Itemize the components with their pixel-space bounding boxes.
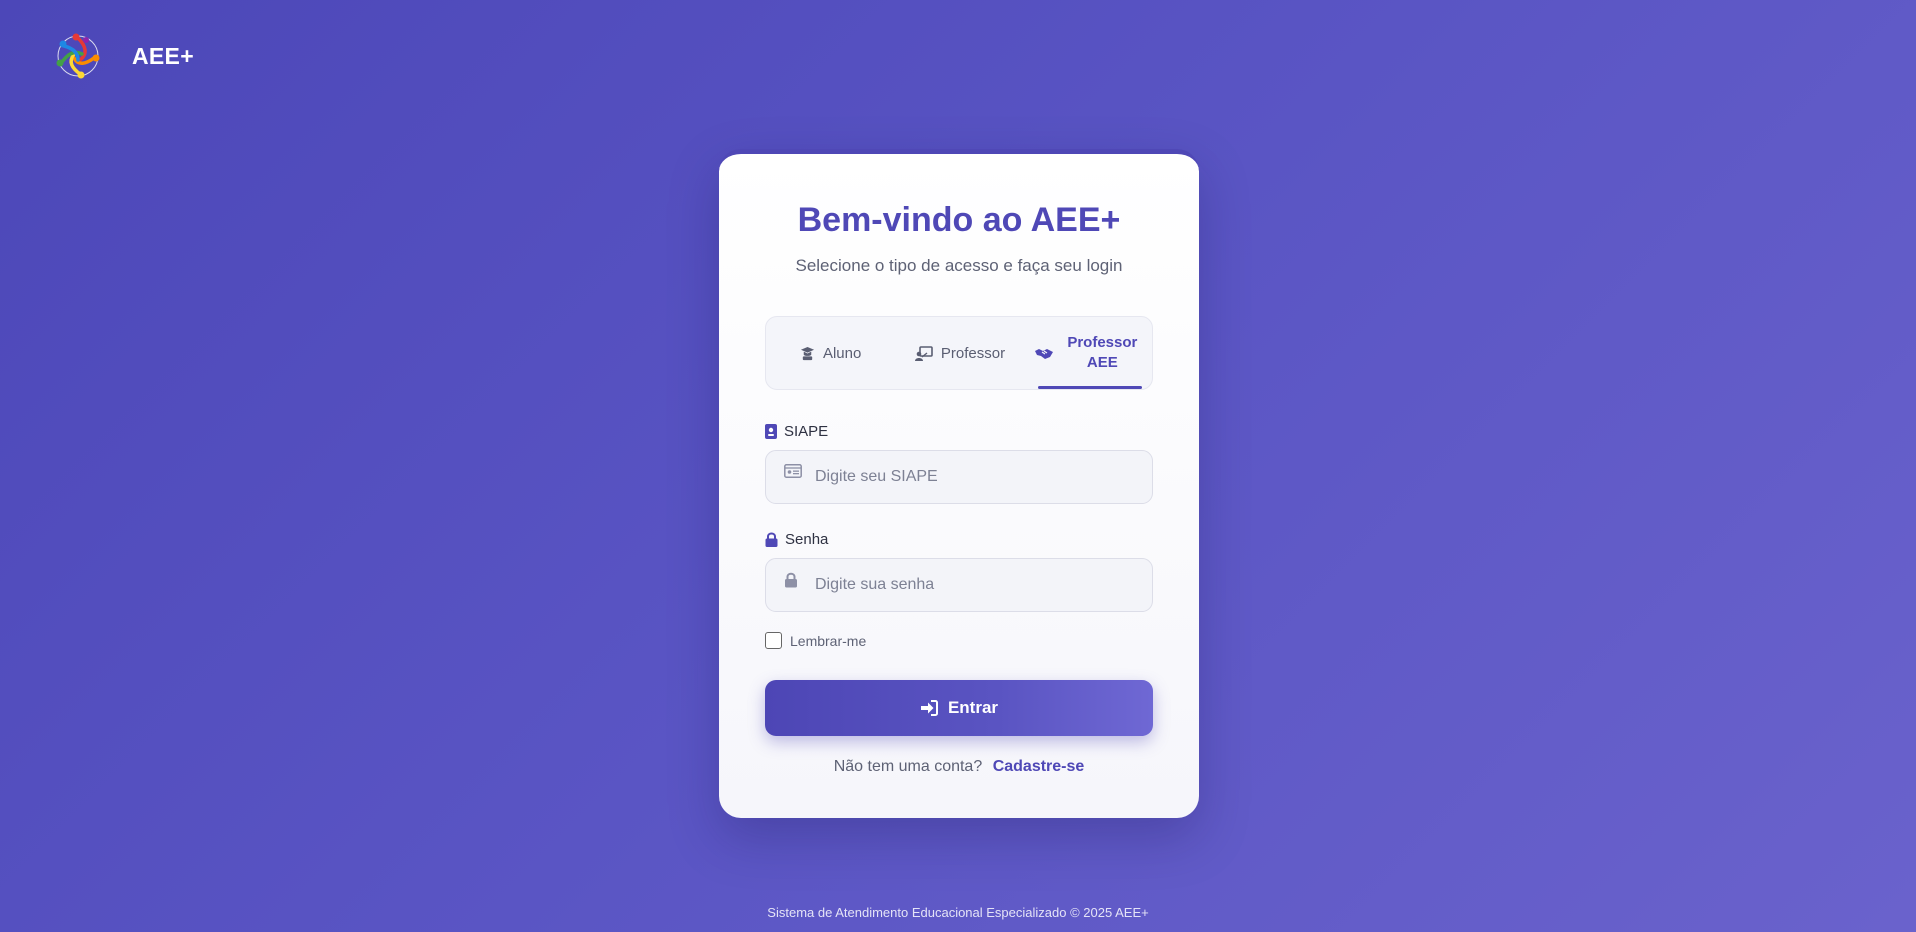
login-button-label: Entrar (947, 698, 999, 717)
senha-label: Senha (765, 531, 828, 548)
remember-me-label[interactable]: Lembrar-me (790, 633, 866, 649)
siape-input[interactable] (766, 451, 1152, 503)
remember-me: Lembrar-me (765, 632, 866, 649)
senha-field (765, 558, 1153, 612)
id-badge-icon (765, 424, 777, 439)
access-type-tabs: Aluno Professor Professor AEE (765, 316, 1153, 390)
siape-label-text: SIAPE (784, 423, 829, 440)
page-subtitle: Selecione o tipo de acesso e faça seu lo… (795, 256, 1123, 275)
chalkboard-teacher-icon (914, 345, 933, 361)
tab-professor-aee[interactable]: Professor AEE (1025, 317, 1152, 389)
aee-logo-icon[interactable] (50, 28, 106, 84)
handshake-icon (1035, 348, 1054, 359)
tab-aluno[interactable]: Aluno (766, 317, 895, 389)
page-title: Bem-vindo ao AEE+ (797, 201, 1121, 239)
header: AEE+ (50, 26, 194, 86)
senha-input[interactable] (766, 559, 1152, 611)
siape-label: SIAPE (765, 423, 828, 440)
tab-aluno-label: Aluno (822, 344, 862, 362)
remember-me-checkbox[interactable] (765, 632, 782, 649)
tab-professor-label: Professor (940, 344, 1006, 362)
signup-link[interactable]: Cadastre-se (993, 758, 1085, 775)
signup-row: Não tem uma conta? Cadastre-se (719, 758, 1199, 776)
tab-professor-aee-label: Professor AEE (1067, 334, 1138, 371)
tab-professor[interactable]: Professor (895, 317, 1024, 389)
signup-prompt: Não tem uma conta? (833, 758, 983, 775)
sign-in-icon (920, 700, 938, 716)
brand-name: AEE+ (132, 42, 194, 69)
siape-field (765, 450, 1153, 504)
lock-icon (765, 532, 778, 547)
login-card: Bem-vindo ao AEE+ Selecione o tipo de ac… (719, 149, 1199, 818)
senha-label-text: Senha (785, 531, 829, 548)
footer-text: Sistema de Atendimento Educacional Espec… (767, 905, 1149, 920)
login-button[interactable]: Entrar (765, 680, 1153, 736)
graduate-icon (800, 346, 815, 360)
